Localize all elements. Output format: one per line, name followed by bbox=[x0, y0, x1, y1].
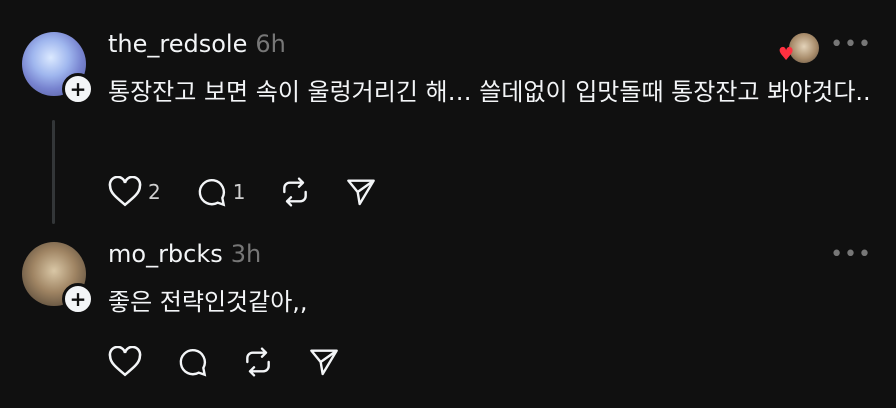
repost-button[interactable] bbox=[242, 346, 274, 378]
post-actions bbox=[108, 346, 374, 378]
send-icon bbox=[310, 349, 338, 376]
like-button[interactable] bbox=[108, 346, 142, 378]
reply-count: 1 bbox=[232, 180, 246, 204]
more-options-icon[interactable]: ••• bbox=[830, 242, 872, 267]
comment-icon bbox=[198, 179, 225, 207]
like-count: 2 bbox=[148, 180, 161, 204]
share-button[interactable] bbox=[345, 176, 377, 208]
username[interactable]: mo_rbcks bbox=[108, 240, 223, 268]
timestamp: 6h bbox=[255, 30, 286, 58]
send-icon bbox=[347, 179, 376, 206]
repost-icon bbox=[246, 347, 270, 377]
follow-plus-icon[interactable]: + bbox=[62, 283, 94, 315]
like-button[interactable]: 2 bbox=[108, 176, 161, 208]
thread-line bbox=[52, 120, 55, 224]
repost-button[interactable] bbox=[279, 176, 311, 208]
heart-icon bbox=[108, 346, 142, 377]
share-button[interactable] bbox=[308, 346, 340, 378]
post-header: mo_rbcks 3h bbox=[108, 240, 261, 268]
follow-plus-icon[interactable]: + bbox=[62, 73, 94, 105]
reply-button[interactable]: 1 bbox=[195, 176, 246, 208]
post-text: 좋은 전략인것같아,, bbox=[108, 288, 308, 316]
reply-button[interactable] bbox=[176, 346, 208, 378]
username[interactable]: the_redsole bbox=[108, 30, 247, 58]
heart-badge-icon: ♥ bbox=[778, 44, 795, 65]
thread-post: + mo_rbcks 3h ••• 좋은 전략인것같아,, bbox=[0, 228, 896, 408]
more-options-icon[interactable]: ••• bbox=[830, 32, 872, 57]
thread-post: + the_redsole 6h ♥ ••• 통장잔고 보면 속이 울렁거리긴 … bbox=[0, 0, 896, 228]
comment-icon bbox=[179, 349, 207, 377]
post-actions: 2 1 bbox=[108, 176, 411, 208]
post-header: the_redsole 6h bbox=[108, 30, 286, 58]
post-text: 통장잔고 보면 속이 울렁거리긴 해… 쓸데없이 입맛돌때 통장잔고 봐야것다.… bbox=[108, 78, 871, 106]
heart-icon bbox=[108, 176, 142, 207]
repost-icon bbox=[283, 177, 308, 207]
timestamp: 3h bbox=[230, 240, 262, 268]
